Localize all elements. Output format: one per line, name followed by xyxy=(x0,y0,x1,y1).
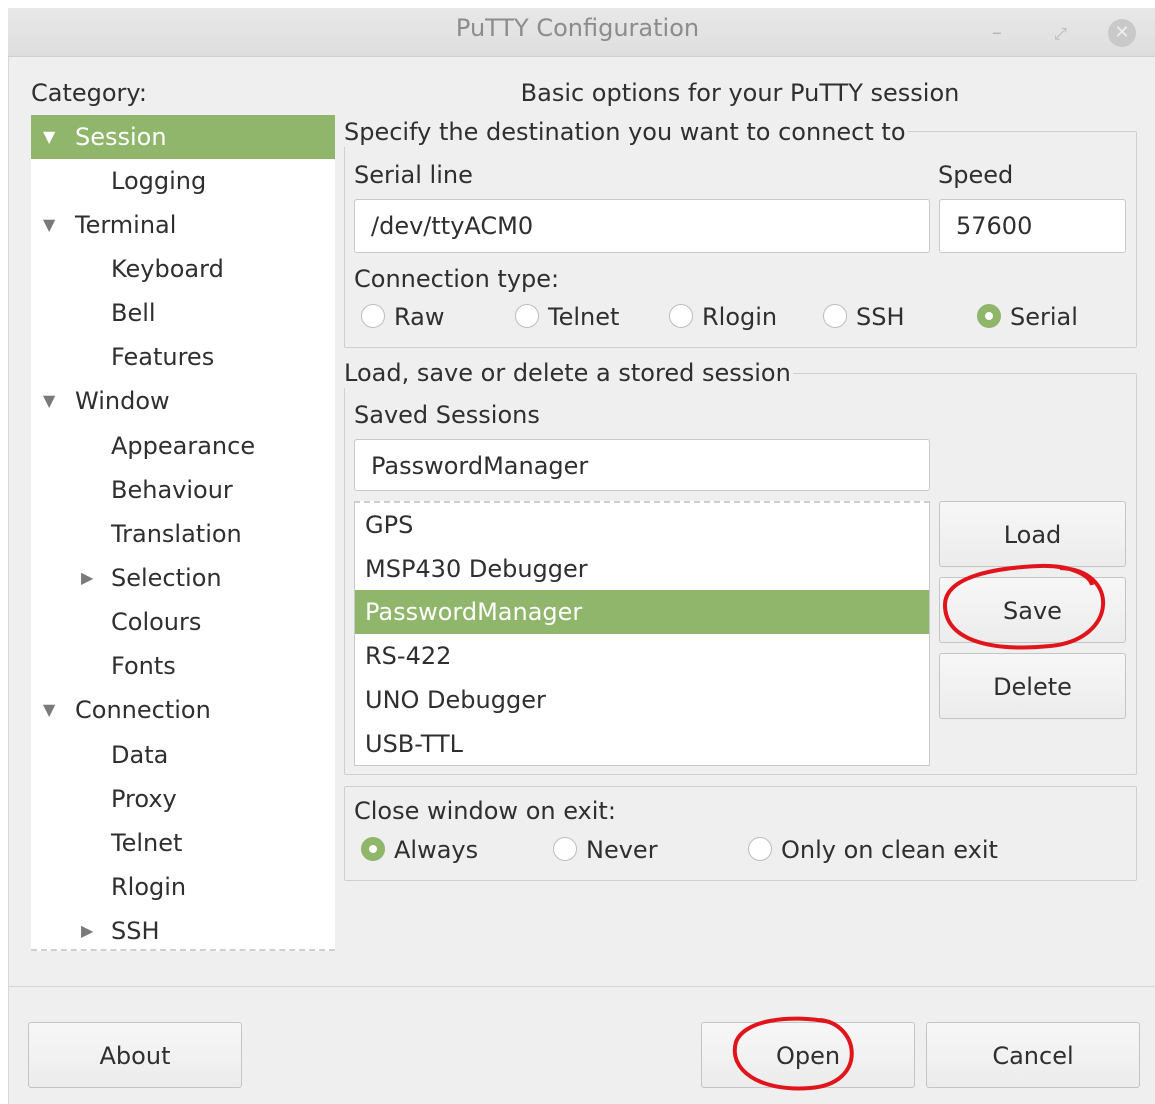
annotation-overlay xyxy=(732,563,1106,1091)
open-annotation-circle xyxy=(732,1016,854,1091)
save-annotation-circle xyxy=(942,563,1106,650)
